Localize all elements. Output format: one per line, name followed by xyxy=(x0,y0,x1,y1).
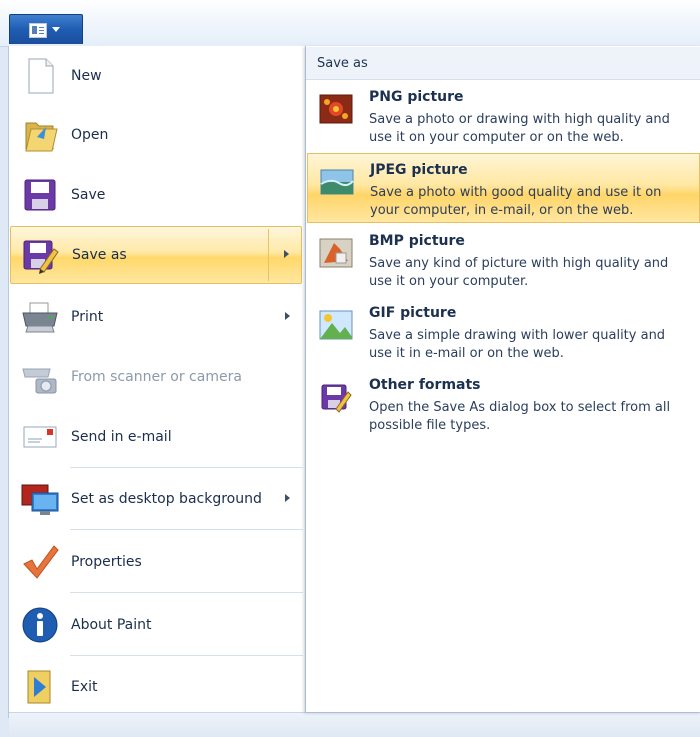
printer-icon xyxy=(20,297,60,337)
menu-item-save-as[interactable]: Save as xyxy=(10,226,302,284)
png-picture-icon xyxy=(318,91,354,127)
checkmark-icon xyxy=(20,542,60,582)
desktop-monitor-icon xyxy=(20,479,60,519)
title-bar xyxy=(0,0,700,47)
scanner-camera-icon xyxy=(20,357,60,397)
option-description: Save a photo with good quality and use i… xyxy=(370,185,662,218)
other-formats-icon xyxy=(318,379,354,415)
submenu-title: Save as xyxy=(317,56,368,71)
option-title: JPEG picture xyxy=(370,162,468,178)
gif-picture-icon xyxy=(318,307,354,343)
option-title: GIF picture xyxy=(369,305,457,321)
save-as-other-formats-option[interactable]: Other formats Open the Save As dialog bo… xyxy=(307,369,700,439)
menu-item-about-paint[interactable]: About Paint xyxy=(10,596,302,654)
menu-separator xyxy=(70,529,303,530)
menu-separator xyxy=(70,592,303,593)
menu-item-new[interactable]: New xyxy=(10,47,302,105)
menu-item-print[interactable]: Print xyxy=(10,288,302,346)
menu-item-label: About Paint xyxy=(71,617,152,633)
new-document-icon xyxy=(20,56,60,96)
menu-item-label: New xyxy=(71,68,102,84)
save-as-icon xyxy=(20,235,60,275)
menu-item-set-as-desktop-background[interactable]: Set as desktop background xyxy=(10,470,302,528)
email-envelope-icon xyxy=(20,417,60,457)
menu-item-open[interactable]: Open xyxy=(10,106,302,164)
chevron-down-icon xyxy=(52,27,60,32)
open-folder-icon xyxy=(20,115,60,155)
submenu-arrow-icon[interactable] xyxy=(285,312,290,320)
option-title: BMP picture xyxy=(369,233,465,249)
menu-item-label: From scanner or camera xyxy=(71,369,242,385)
menu-separator xyxy=(70,467,303,468)
menu-item-exit[interactable]: Exit xyxy=(10,658,302,716)
save-as-bmp-option[interactable]: BMP picture Save any kind of picture wit… xyxy=(307,225,700,295)
floppy-disk-icon xyxy=(20,175,60,215)
menu-item-properties[interactable]: Properties xyxy=(10,533,302,591)
submenu-divider xyxy=(268,229,269,281)
menu-item-from-scanner-or-camera: From scanner or camera xyxy=(10,348,302,406)
save-as-gif-option[interactable]: GIF picture Save a simple drawing with l… xyxy=(307,297,700,367)
option-description: Save a simple drawing with lower quality… xyxy=(369,328,666,361)
menu-item-send-in-email[interactable]: Send in e-mail xyxy=(10,408,302,466)
menu-item-label: Set as desktop background xyxy=(71,491,262,507)
option-description: Open the Save As dialog box to select fr… xyxy=(369,400,671,433)
exit-door-icon xyxy=(20,667,60,707)
menu-item-label: Exit xyxy=(71,679,98,695)
menu-separator xyxy=(70,655,303,656)
menu-item-label: Send in e-mail xyxy=(71,429,172,445)
save-as-png-option[interactable]: PNG picture Save a photo or drawing with… xyxy=(307,81,700,151)
menu-item-save[interactable]: Save xyxy=(10,166,302,224)
submenu-arrow-icon[interactable] xyxy=(284,250,289,258)
submenu-header: Save as xyxy=(306,47,700,80)
info-icon xyxy=(20,605,60,645)
option-title: Other formats xyxy=(369,377,481,393)
submenu-arrow-icon[interactable] xyxy=(285,494,290,502)
menu-item-label: Save xyxy=(71,187,106,203)
menu-item-label: Print xyxy=(71,309,104,325)
paint-menu-icon xyxy=(29,23,47,38)
save-as-jpeg-option[interactable]: JPEG picture Save a photo with good qual… xyxy=(307,153,700,223)
bmp-picture-icon xyxy=(318,235,354,271)
menu-item-label: Open xyxy=(71,127,109,143)
menu-item-label: Properties xyxy=(71,554,142,570)
option-title: PNG picture xyxy=(369,89,464,105)
paint-menu-button[interactable] xyxy=(9,14,83,44)
option-description: Save a photo or drawing with high qualit… xyxy=(369,112,670,145)
menu-item-label: Save as xyxy=(72,247,127,263)
jpeg-picture-icon xyxy=(319,164,355,200)
option-description: Save any kind of picture with high quali… xyxy=(369,256,669,289)
